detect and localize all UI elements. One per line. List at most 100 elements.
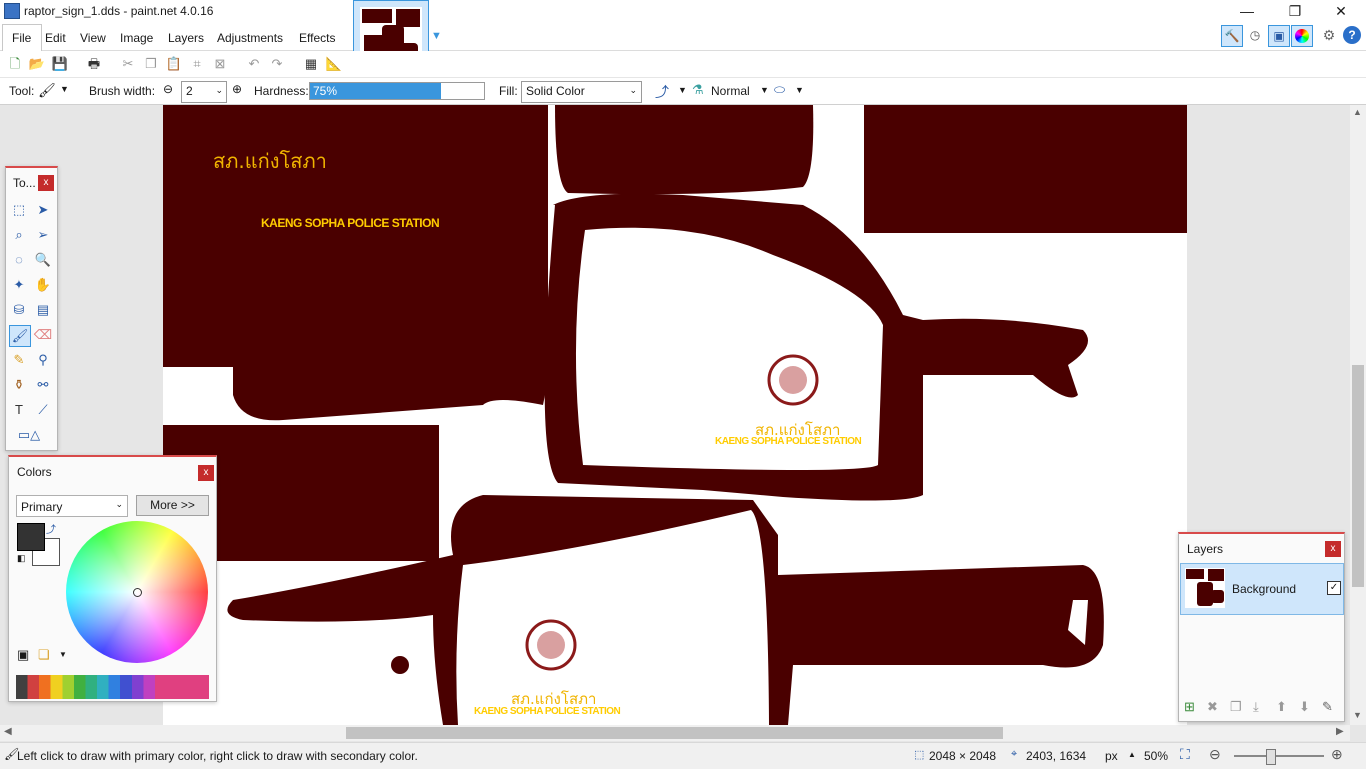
zoom-in-icon[interactable]: ⊕: [1331, 746, 1343, 763]
menu-edit[interactable]: Edit: [45, 31, 66, 45]
zoom-out-icon[interactable]: ⊖: [1209, 746, 1221, 763]
move-selection-tool-icon[interactable]: ➤: [33, 200, 53, 220]
scroll-right-icon[interactable]: ▶: [1336, 726, 1344, 737]
more-colors-button[interactable]: More >>: [136, 495, 209, 516]
menu-adjustments[interactable]: Adjustments: [217, 31, 283, 45]
move-layer-down-icon[interactable]: ⬇: [1299, 699, 1310, 715]
vertical-scrollbar[interactable]: ▲ ▼: [1350, 105, 1366, 725]
colors-panel-close-button[interactable]: x: [198, 465, 214, 481]
menu-view[interactable]: View: [80, 31, 106, 45]
brush-width-increase-icon[interactable]: ⊕: [232, 82, 242, 96]
blend-mode-dropdown-icon[interactable]: ▼: [760, 85, 769, 95]
image-canvas[interactable]: สภ.แก่งโสภา KAENG SOPHA POLICE STATION ส…: [163, 105, 1187, 725]
clone-stamp-tool-icon[interactable]: ⚱: [9, 375, 29, 395]
tools-window-icon[interactable]: 🔨: [1221, 25, 1243, 47]
recolor-tool-icon[interactable]: ⚯: [33, 375, 53, 395]
menu-layers[interactable]: Layers: [168, 31, 204, 45]
paste-icon[interactable]: 📋: [165, 55, 183, 73]
zoom-tool-icon[interactable]: 🔍: [33, 250, 53, 270]
fill-select[interactable]: Solid Color ⌄: [521, 81, 642, 103]
move-layer-up-icon[interactable]: ⬆: [1276, 699, 1287, 715]
blend-mode-value[interactable]: Normal: [711, 84, 750, 98]
scroll-up-icon[interactable]: ▲: [1353, 107, 1362, 117]
color-mode-select[interactable]: Primary ⌄: [16, 495, 128, 517]
menu-effects[interactable]: Effects: [299, 31, 335, 45]
line-curve-tool-icon[interactable]: ⟋: [33, 400, 53, 420]
magic-wand-tool-icon[interactable]: ✦: [9, 275, 29, 295]
colors-window-icon[interactable]: [1291, 25, 1313, 47]
add-to-palette-icon[interactable]: ▣: [17, 647, 29, 663]
color-palette[interactable]: [16, 675, 209, 699]
text-tool-icon[interactable]: T: [9, 400, 29, 420]
paintbrush-tool-icon[interactable]: 🖌: [38, 82, 56, 99]
primary-color-swatch[interactable]: [17, 523, 45, 551]
ruler-icon[interactable]: 📐: [325, 55, 343, 73]
blend-mode-icon[interactable]: ⚗: [692, 82, 704, 98]
pan-tool-icon[interactable]: ✋: [33, 275, 53, 295]
paintbrush-tool-icon[interactable]: 🖌: [9, 325, 31, 347]
antialiasing-icon[interactable]: ⤴: [655, 82, 669, 102]
grid-icon[interactable]: ▦: [302, 55, 320, 73]
palette-menu-icon[interactable]: ❏: [38, 647, 50, 663]
deselect-icon[interactable]: ⊠: [211, 55, 229, 73]
menu-file[interactable]: File: [12, 31, 31, 45]
tools-panel-close-button[interactable]: x: [38, 175, 54, 191]
close-button[interactable]: ✕: [1318, 0, 1364, 22]
help-icon[interactable]: ?: [1343, 26, 1361, 44]
zoom-slider-thumb[interactable]: [1266, 749, 1276, 765]
reset-colors-icon[interactable]: ◧: [17, 553, 26, 564]
brush-width-decrease-icon[interactable]: ⊖: [163, 82, 173, 96]
scroll-down-icon[interactable]: ▼: [1353, 710, 1362, 720]
zoom-slider[interactable]: [1234, 749, 1324, 765]
move-selected-tool-icon[interactable]: ➢: [33, 225, 53, 245]
ellipse-select-tool-icon[interactable]: ◌: [9, 250, 29, 270]
horizontal-scroll-thumb[interactable]: [346, 727, 1003, 739]
cut-icon[interactable]: ✂: [119, 55, 137, 73]
selection-mode-dropdown-icon[interactable]: ▼: [795, 85, 804, 95]
rectangle-select-tool-icon[interactable]: ⬚: [9, 200, 29, 220]
layers-window-icon[interactable]: ▣: [1268, 25, 1290, 47]
color-wheel-cursor[interactable]: [133, 588, 142, 597]
redo-icon[interactable]: ↷: [268, 55, 286, 73]
antialiasing-dropdown-icon[interactable]: ▼: [678, 85, 687, 95]
shapes-tool-icon[interactable]: ▭△: [13, 425, 45, 445]
add-layer-icon[interactable]: ⊞: [1184, 699, 1195, 715]
palette-dropdown-icon[interactable]: ▼: [59, 650, 67, 659]
zoom-level[interactable]: 50%: [1144, 749, 1168, 763]
settings-gear-icon[interactable]: ⚙: [1320, 26, 1338, 44]
swap-colors-icon[interactable]: ⤴: [46, 521, 56, 536]
zoom-to-window-icon[interactable]: ⛶: [1180, 746, 1190, 763]
crop-icon[interactable]: ⌗: [188, 55, 206, 73]
scroll-left-icon[interactable]: ◀: [4, 726, 12, 737]
maximize-button[interactable]: ❐: [1272, 0, 1318, 22]
hardness-slider[interactable]: 75%: [309, 82, 485, 100]
tab-dropdown-icon[interactable]: ▼: [431, 30, 442, 42]
units-select[interactable]: px: [1105, 749, 1118, 763]
selection-mode-icon[interactable]: ⬭: [774, 82, 785, 98]
layer-visibility-checkbox[interactable]: ✓: [1327, 581, 1341, 595]
undo-icon[interactable]: ↶: [245, 55, 263, 73]
units-dropdown-icon[interactable]: ▲: [1128, 750, 1136, 759]
save-icon[interactable]: 💾: [51, 55, 69, 73]
tool-dropdown-icon[interactable]: ▼: [60, 84, 69, 94]
vertical-scroll-thumb[interactable]: [1352, 365, 1364, 587]
layer-row-background[interactable]: Background ✓: [1180, 563, 1344, 615]
duplicate-layer-icon[interactable]: ❐: [1230, 699, 1242, 715]
menu-image[interactable]: Image: [120, 31, 153, 45]
minimize-button[interactable]: —: [1224, 0, 1270, 22]
color-picker-tool-icon[interactable]: ⚲: [33, 350, 53, 370]
pencil-tool-icon[interactable]: ✎: [9, 350, 29, 370]
horizontal-scrollbar[interactable]: ◀ ▶: [0, 725, 1350, 741]
layer-properties-icon[interactable]: ✎: [1322, 699, 1333, 715]
gradient-tool-icon[interactable]: ▤: [33, 300, 53, 320]
new-file-icon[interactable]: 🗋: [6, 55, 24, 73]
history-window-icon[interactable]: ◷: [1246, 26, 1264, 44]
open-file-icon[interactable]: 📂: [28, 55, 46, 73]
brush-width-select[interactable]: 2 ⌄: [181, 81, 227, 103]
layers-panel-close-button[interactable]: x: [1325, 541, 1341, 557]
delete-layer-icon[interactable]: ✖: [1207, 699, 1218, 715]
merge-layer-down-icon[interactable]: ⤓: [1253, 699, 1259, 715]
lasso-select-tool-icon[interactable]: ⌕: [9, 225, 29, 245]
print-icon[interactable]: 🖶: [85, 55, 103, 73]
paint-bucket-tool-icon[interactable]: ⛁: [9, 300, 29, 320]
